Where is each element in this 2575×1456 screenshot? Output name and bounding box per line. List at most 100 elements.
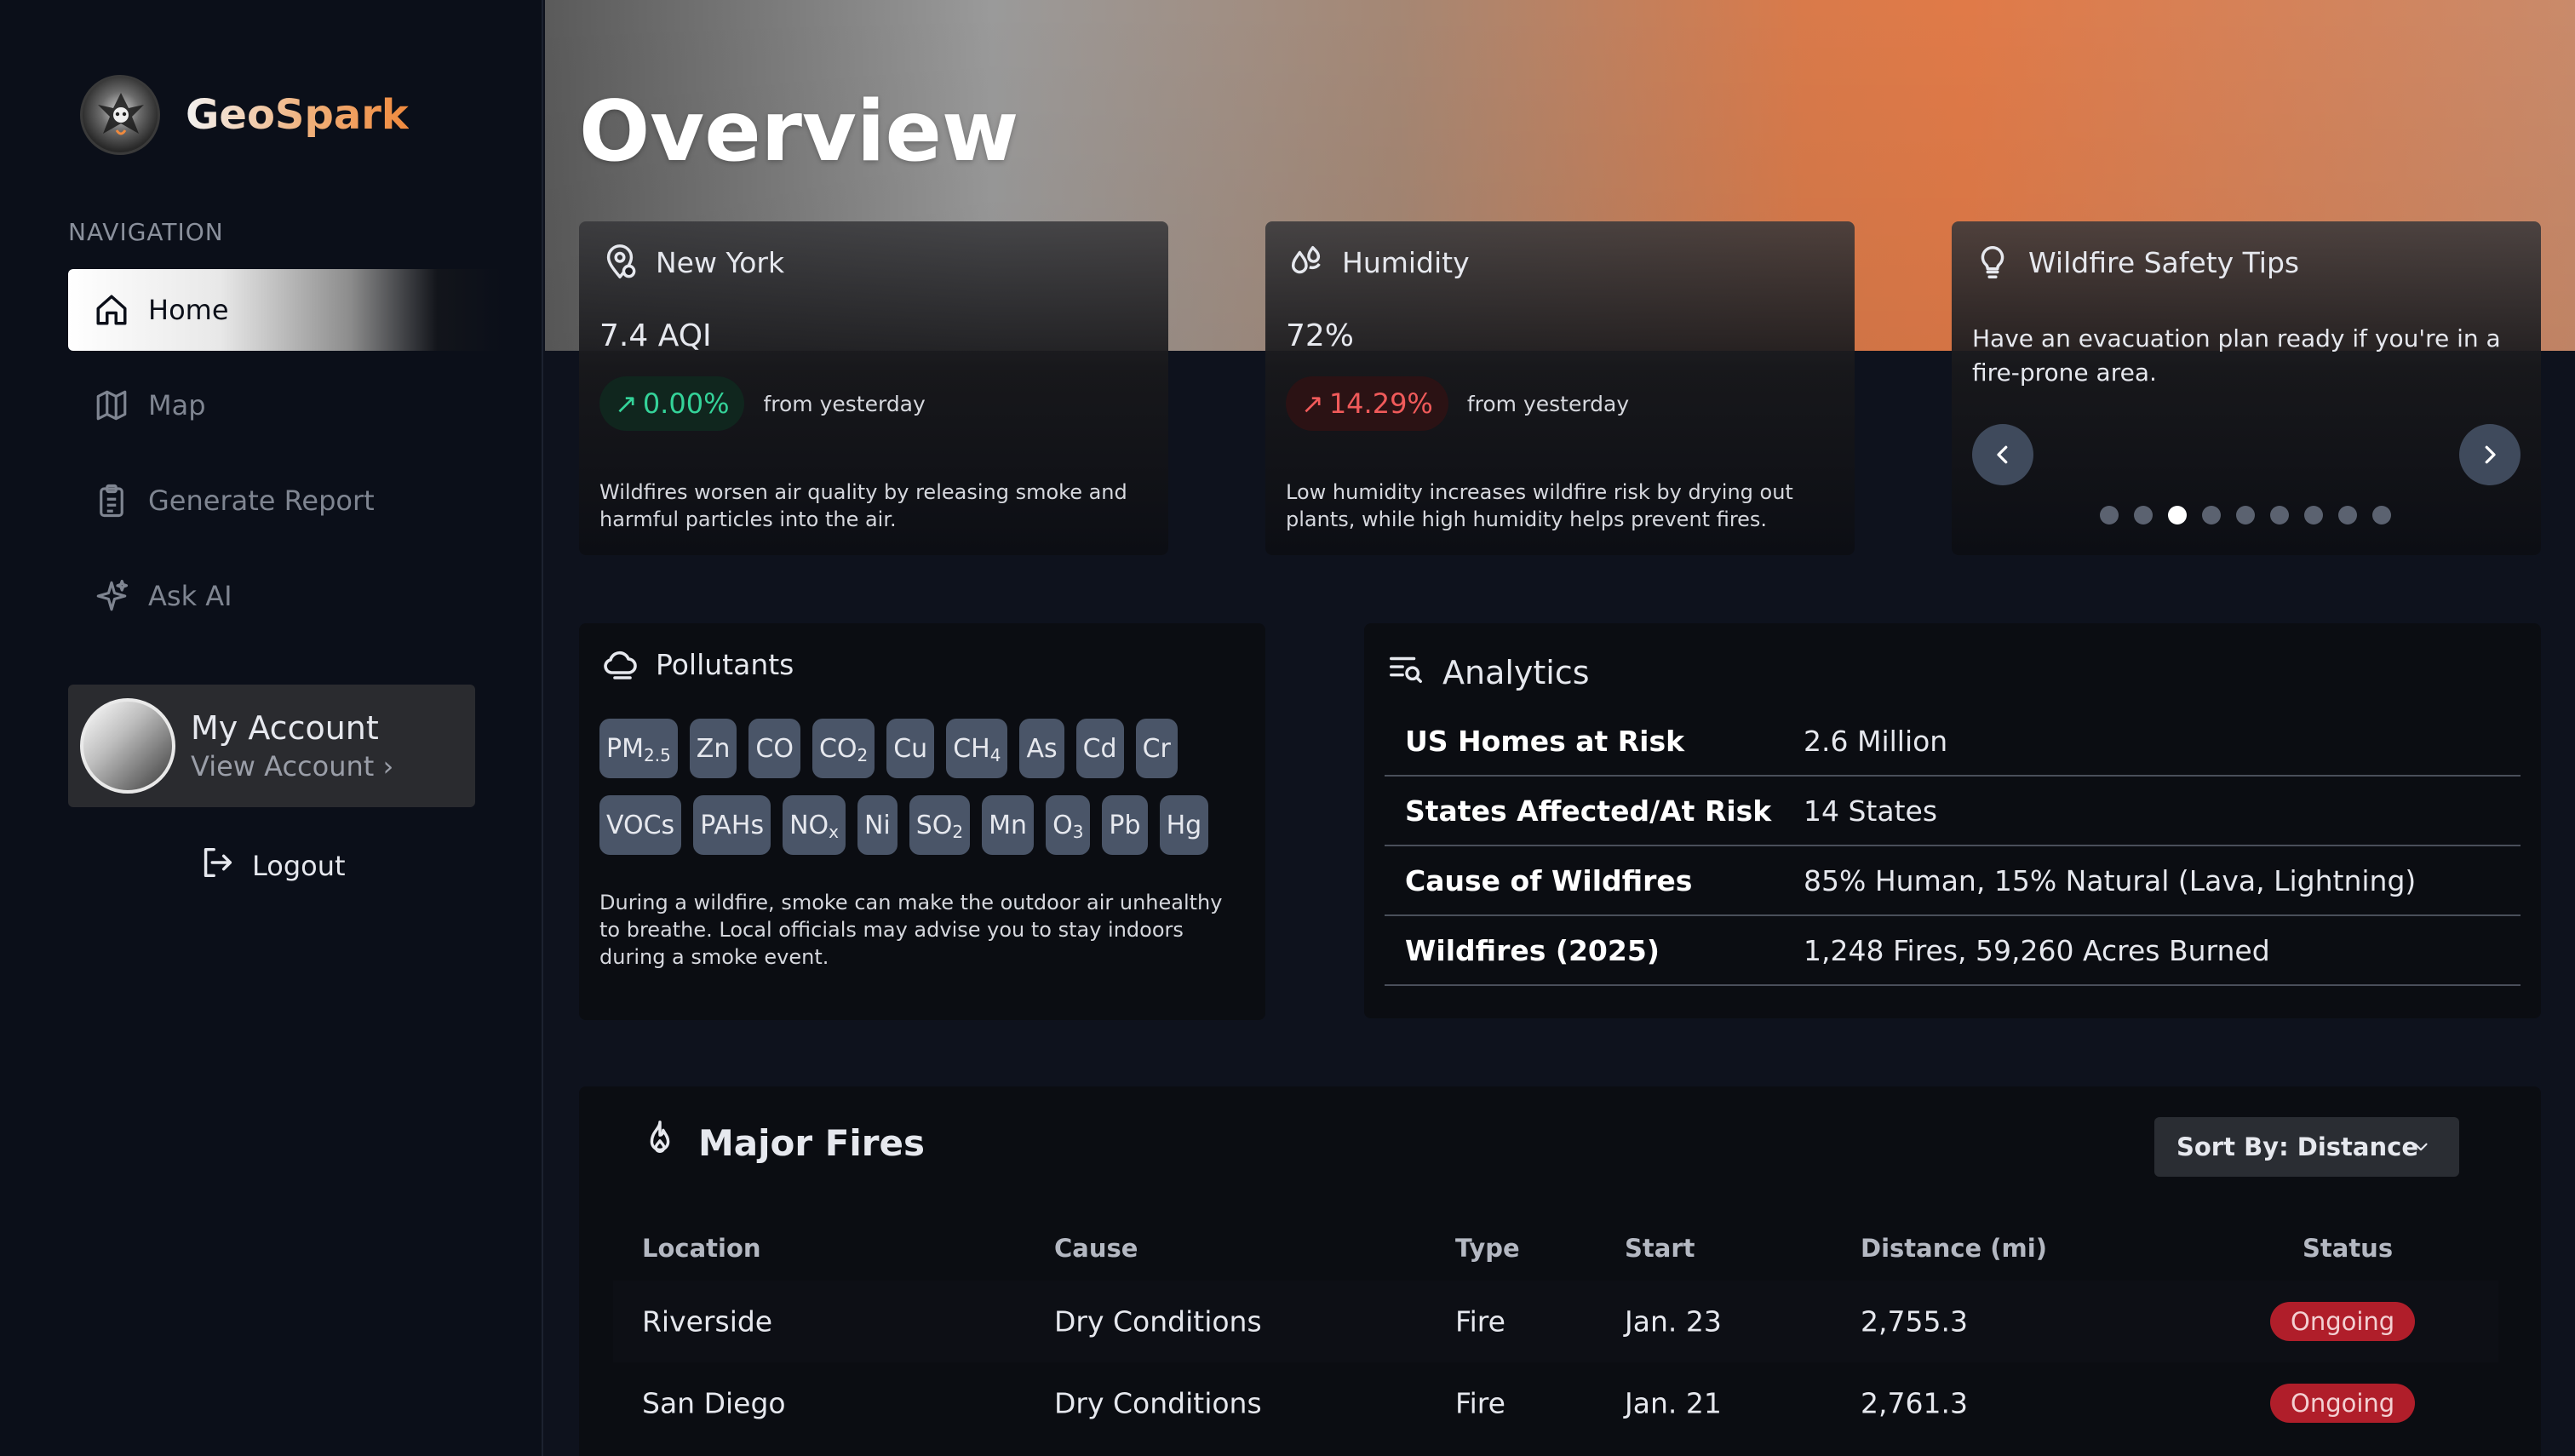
pollutant-chip[interactable]: SO 2 bbox=[909, 795, 971, 855]
carousel-dot[interactable] bbox=[2202, 506, 2221, 525]
humidity-description: Low humidity increases wildfire risk by … bbox=[1286, 480, 1793, 531]
arrow-up-right-icon: ↗ bbox=[1301, 387, 1324, 420]
fire-start: Jan. 21 bbox=[1625, 1386, 1722, 1420]
account-card[interactable]: My Account View Account › bbox=[68, 685, 475, 807]
pollutant-symbol: Cu bbox=[893, 733, 928, 764]
status-badge: Ongoing bbox=[2270, 1384, 2416, 1423]
humidity-card-title: Humidity bbox=[1342, 245, 1470, 279]
pollutant-chip[interactable]: NO x bbox=[783, 795, 846, 855]
table-row[interactable]: San Diego Dry Conditions Fire Jan. 21 2,… bbox=[613, 1362, 2498, 1444]
aqi-change-note: from yesterday bbox=[763, 391, 926, 416]
list-search-icon bbox=[1386, 649, 1425, 696]
map-icon bbox=[92, 386, 131, 425]
aqi-value: 7.4 AQI bbox=[599, 318, 712, 353]
analytics-value: 85% Human, 15% Natural (Lava, Lightning) bbox=[1804, 863, 2417, 897]
pollutant-chip[interactable]: Cd bbox=[1075, 719, 1124, 778]
pollutant-chip[interactable]: CO 2 bbox=[811, 719, 875, 778]
clipboard-icon bbox=[92, 481, 131, 520]
sort-label: Sort By: Distance bbox=[2176, 1132, 2418, 1161]
pollutant-chip[interactable]: Pb bbox=[1102, 795, 1148, 855]
chevron-down-icon bbox=[2414, 1143, 2428, 1151]
droplets-icon bbox=[1286, 242, 1327, 283]
column-header-location[interactable]: Location bbox=[642, 1234, 761, 1263]
status-badge: Ongoing bbox=[2270, 1302, 2416, 1341]
pollutant-chip[interactable]: As bbox=[1019, 719, 1064, 778]
arrow-up-right-icon: ↗ bbox=[615, 387, 638, 420]
logout-button[interactable]: Logout bbox=[198, 843, 346, 889]
humidity-change-badge: ↗ 14.29% bbox=[1286, 376, 1448, 431]
home-icon bbox=[92, 290, 131, 330]
pollutant-subscript: 3 bbox=[1072, 822, 1084, 842]
pollutant-subscript: 2.5 bbox=[643, 745, 671, 765]
carousel-dot[interactable] bbox=[2338, 506, 2357, 525]
fire-type: Fire bbox=[1455, 1386, 1505, 1420]
aqi-change-badge: ↗ 0.00% bbox=[599, 376, 745, 431]
column-header-cause[interactable]: Cause bbox=[1054, 1234, 1138, 1263]
fire-start: Jan. 23 bbox=[1625, 1304, 1722, 1338]
pollutant-chip-row: VOCs PAHs NO x Ni SO 2 Mn O 3 Pb Hg bbox=[599, 795, 1220, 855]
sidebar-item-label: Generate Report bbox=[148, 484, 375, 517]
pollutant-symbol: Pb bbox=[1109, 810, 1141, 840]
pollutant-symbol: VOCs bbox=[606, 810, 675, 840]
pollutant-chip[interactable]: CO bbox=[748, 719, 800, 778]
column-header-start[interactable]: Start bbox=[1625, 1234, 1695, 1263]
pollutant-symbol: Cd bbox=[1082, 733, 1117, 764]
aqi-card: New York 7.4 AQI ↗ 0.00% from yesterday … bbox=[579, 221, 1168, 555]
tip-text: Have an evacuation plan ready if you're … bbox=[1972, 324, 2501, 387]
sort-dropdown[interactable]: Sort By: Distance bbox=[2154, 1117, 2459, 1177]
analytics-value: 2.6 Million bbox=[1804, 724, 1948, 758]
sidebar-item-map[interactable]: Map bbox=[68, 364, 502, 446]
sidebar-item-home[interactable]: Home bbox=[68, 269, 502, 351]
analytics-row: Wildfires (2025) 1,248 Fires, 59,260 Acr… bbox=[1385, 916, 2521, 986]
analytics-row: States Affected/At Risk 14 States bbox=[1385, 777, 2521, 846]
carousel-dot[interactable] bbox=[2236, 506, 2255, 525]
avatar bbox=[80, 698, 175, 794]
pollutant-chip[interactable]: Mn bbox=[982, 795, 1035, 855]
humidity-change-note: from yesterday bbox=[1466, 391, 1630, 416]
pollutant-chip[interactable]: Zn bbox=[689, 719, 737, 778]
column-header-status[interactable]: Status bbox=[2303, 1234, 2393, 1263]
pollutant-chip[interactable]: Cr bbox=[1135, 719, 1178, 778]
column-header-distance[interactable]: Distance (mi) bbox=[1861, 1234, 2047, 1263]
sidebar-item-ask-ai[interactable]: Ask AI bbox=[68, 555, 502, 637]
table-row[interactable]: Riverside Dry Conditions Fire Jan. 23 2,… bbox=[613, 1281, 2498, 1362]
previous-tip-button[interactable] bbox=[1972, 424, 2033, 485]
carousel-dot[interactable] bbox=[2100, 506, 2119, 525]
carousel-dot[interactable] bbox=[2134, 506, 2153, 525]
carousel-dot[interactable] bbox=[2270, 506, 2289, 525]
fire-cause: Dry Conditions bbox=[1054, 1304, 1262, 1338]
analytics-key: States Affected/At Risk bbox=[1405, 794, 1772, 828]
pollutant-chip[interactable]: Cu bbox=[886, 719, 935, 778]
pollutant-subscript: 4 bbox=[989, 745, 1001, 765]
major-fires-title: Major Fires bbox=[698, 1121, 926, 1164]
pollutant-chip[interactable]: PAHs bbox=[693, 795, 771, 855]
pollutants-card: Pollutants PM 2.5 Zn CO CO 2 Cu CH 4 As Cd Cr VOCs P… bbox=[579, 623, 1265, 1020]
pollutant-chip[interactable]: VOCs bbox=[599, 795, 682, 855]
brand[interactable]: GeoSpark bbox=[80, 75, 409, 155]
analytics-row: US Homes at Risk 2.6 Million bbox=[1385, 707, 2521, 777]
pollutant-chip[interactable]: Ni bbox=[857, 795, 898, 855]
sidebar-item-generate-report[interactable]: Generate Report bbox=[68, 460, 502, 542]
logout-label: Logout bbox=[252, 850, 346, 882]
pollutant-chip[interactable]: PM 2.5 bbox=[599, 719, 678, 778]
pollutant-chip[interactable]: CH 4 bbox=[946, 719, 1008, 778]
column-header-type[interactable]: Type bbox=[1455, 1234, 1520, 1263]
tips-card-title: Wildfire Safety Tips bbox=[2028, 245, 2300, 279]
carousel-dot[interactable] bbox=[2168, 506, 2187, 525]
pollutant-chip-row: PM 2.5 Zn CO CO 2 Cu CH 4 As Cd Cr bbox=[599, 719, 1220, 778]
analytics-row: Cause of Wildfires 85% Human, 15% Natura… bbox=[1385, 846, 2521, 916]
pollutant-chip[interactable]: O3 bbox=[1046, 795, 1091, 855]
analytics-key: Wildfires (2025) bbox=[1405, 933, 1660, 967]
pollutant-symbol: Hg bbox=[1166, 810, 1202, 840]
carousel-dots bbox=[2100, 506, 2406, 525]
view-account-link[interactable]: View Account › bbox=[191, 750, 393, 782]
pollutants-title: Pollutants bbox=[656, 647, 794, 681]
carousel-dot[interactable] bbox=[2304, 506, 2323, 525]
next-tip-button[interactable] bbox=[2459, 424, 2521, 485]
carousel-dot[interactable] bbox=[2372, 506, 2391, 525]
lightbulb-icon bbox=[1972, 242, 2013, 283]
pollutant-chip[interactable]: Hg bbox=[1159, 795, 1209, 855]
pollutant-symbol: SO bbox=[915, 810, 953, 840]
fire-type: Fire bbox=[1455, 1304, 1505, 1338]
page-title: Overview bbox=[579, 83, 1019, 181]
